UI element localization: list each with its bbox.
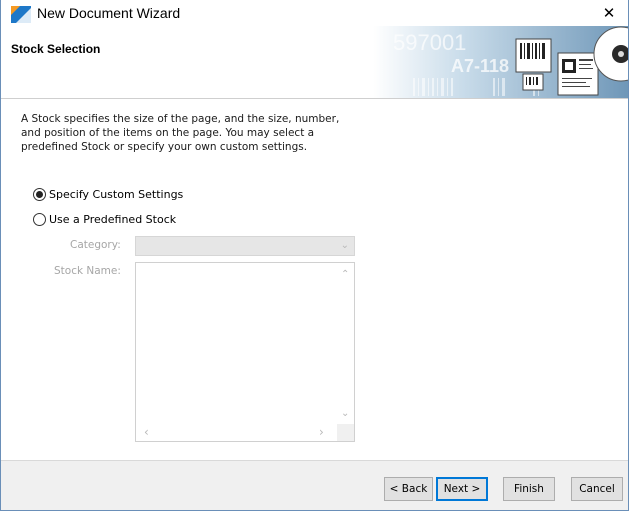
- chevron-down-icon: ⌄: [340, 240, 349, 251]
- custom-settings-label[interactable]: Specify Custom Settings: [49, 188, 183, 201]
- description-text: A Stock specifies the size of the page, …: [21, 112, 361, 154]
- title-bar[interactable]: New Document Wizard ✕: [1, 0, 628, 26]
- window-title: New Document Wizard: [37, 5, 181, 21]
- description-line: and position of the items on the page. Y…: [21, 127, 315, 139]
- category-dropdown[interactable]: ⌄: [135, 236, 355, 256]
- stock-name-list[interactable]: ⌃ ⌄ ‹ ›: [135, 262, 355, 442]
- scroll-left-icon[interactable]: ‹: [144, 425, 149, 439]
- svg-text:597001: 597001: [393, 30, 466, 55]
- predefined-stock-option[interactable]: Use a Predefined Stock: [33, 211, 176, 227]
- custom-settings-radio[interactable]: [33, 187, 46, 201]
- app-logo-icon: [11, 6, 31, 23]
- barcode-banner-image: 597001 A7-118: [373, 26, 628, 98]
- page-title: Stock Selection: [11, 42, 101, 56]
- scroll-right-icon[interactable]: ›: [319, 425, 324, 439]
- back-button[interactable]: < Back: [384, 477, 433, 501]
- wizard-header: Stock Selection 597001 A7-118: [1, 26, 628, 99]
- wizard-window: New Document Wizard ✕ Stock Selection 59…: [0, 0, 629, 511]
- horizontal-scrollbar[interactable]: ‹ ›: [136, 424, 354, 441]
- wizard-footer: < Back Next > Finish Cancel: [1, 460, 628, 510]
- predefined-stock-label[interactable]: Use a Predefined Stock: [49, 213, 176, 226]
- vertical-scrollbar[interactable]: ⌃ ⌄: [337, 263, 354, 424]
- description-line: A Stock specifies the size of the page, …: [21, 113, 340, 125]
- scroll-down-icon[interactable]: ⌄: [341, 408, 349, 419]
- description-line: predefined Stock or specify your own cus…: [21, 141, 308, 153]
- svg-text:A7-118: A7-118: [451, 56, 509, 76]
- next-button[interactable]: Next >: [436, 477, 488, 501]
- predefined-stock-radio[interactable]: [33, 212, 46, 226]
- custom-settings-option[interactable]: Specify Custom Settings: [33, 186, 183, 202]
- scroll-up-icon[interactable]: ⌃: [341, 269, 349, 280]
- cancel-button[interactable]: Cancel: [571, 477, 623, 501]
- stock-name-label: Stock Name:: [54, 265, 121, 277]
- category-label: Category:: [70, 239, 121, 251]
- scrollbar-corner: [337, 424, 354, 441]
- close-button[interactable]: ✕: [596, 3, 622, 23]
- finish-button[interactable]: Finish: [503, 477, 555, 501]
